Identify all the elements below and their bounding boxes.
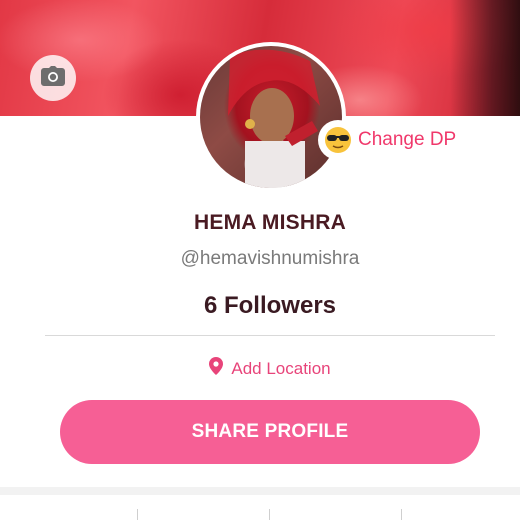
divider	[45, 335, 495, 336]
tab-divider	[269, 509, 270, 520]
sunglasses-emoji-icon	[318, 120, 358, 160]
avatar-frame[interactable]	[196, 42, 346, 192]
change-dp-button[interactable]: Change DP	[318, 120, 457, 160]
avatar[interactable]	[200, 46, 342, 188]
change-cover-button[interactable]	[30, 55, 76, 101]
location-pin-icon	[209, 357, 224, 380]
tab-divider	[401, 509, 402, 520]
camera-icon	[41, 65, 65, 91]
share-profile-button[interactable]: SHARE PROFILE	[60, 400, 480, 464]
followers-count[interactable]: 6 Followers	[0, 292, 520, 320]
add-location-link[interactable]: Add Location	[0, 357, 520, 380]
profile-handle: @hemavishnumishra	[180, 248, 360, 269]
tab-divider	[137, 509, 138, 520]
change-dp-label: Change DP	[358, 129, 457, 150]
cover-shadow	[450, 0, 520, 116]
profile-name: HEMA MISHRA	[194, 211, 346, 234]
add-location-label: Add Location	[231, 358, 331, 378]
section-separator	[0, 487, 520, 495]
